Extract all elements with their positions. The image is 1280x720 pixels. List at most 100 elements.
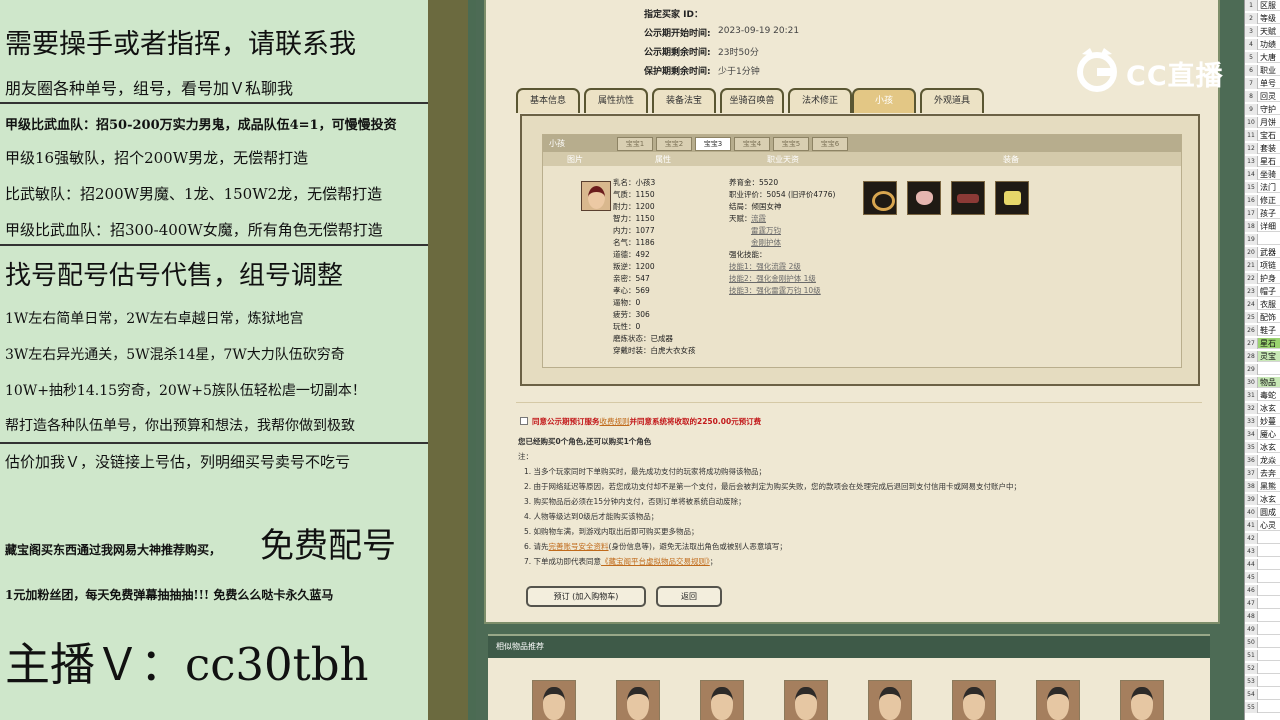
- attr-row: 名气：1186: [613, 238, 655, 247]
- spreadsheet-row[interactable]: 44: [1245, 559, 1280, 570]
- subtab-baby4[interactable]: 宝宝4: [734, 137, 770, 151]
- spreadsheet-row[interactable]: 8 回灵: [1245, 91, 1280, 102]
- spreadsheet-row[interactable]: 13 星石: [1245, 156, 1280, 167]
- spreadsheet-row[interactable]: 2 等级: [1245, 13, 1280, 24]
- subtab-baby1[interactable]: 宝宝1: [617, 137, 653, 151]
- spreadsheet-row[interactable]: 31 毒蛇: [1245, 390, 1280, 401]
- spreadsheet-row[interactable]: 48: [1245, 611, 1280, 622]
- spreadsheet-row[interactable]: 39 冰玄: [1245, 494, 1280, 505]
- back-button[interactable]: 返回: [656, 586, 722, 607]
- spreadsheet-row[interactable]: 25 配饰: [1245, 312, 1280, 323]
- agree-checkbox[interactable]: [520, 417, 528, 425]
- tab-mounts-pets[interactable]: 坐骑召唤兽: [720, 88, 784, 113]
- security-info-link[interactable]: 完善账号安全资料: [549, 542, 609, 551]
- spreadsheet-row[interactable]: 4 功绩: [1245, 39, 1280, 50]
- spreadsheet-row[interactable]: 42: [1245, 533, 1280, 544]
- spreadsheet-row[interactable]: 1 区服: [1245, 0, 1280, 11]
- spreadsheet-row[interactable]: 7 单号: [1245, 78, 1280, 89]
- spreadsheet-row[interactable]: 10 月饼: [1245, 117, 1280, 128]
- trade-rules-link[interactable]: 《藏宝阁平台虚拟物品交易规则》: [601, 557, 710, 566]
- row-number: 19: [1245, 234, 1258, 245]
- spreadsheet-row[interactable]: 15 法门: [1245, 182, 1280, 193]
- enhance-link[interactable]: 技能1：强化流霞 2级: [729, 261, 801, 272]
- spreadsheet-row[interactable]: 35 冰玄: [1245, 442, 1280, 453]
- enhance-link[interactable]: 技能3：强化雷霆万钧 10级: [729, 285, 821, 296]
- spreadsheet-row[interactable]: 53: [1245, 676, 1280, 687]
- spreadsheet-row[interactable]: 51: [1245, 650, 1280, 661]
- spreadsheet-row[interactable]: 27 星石: [1245, 338, 1280, 349]
- recommend-item[interactable]: [1120, 680, 1164, 720]
- spreadsheet-row[interactable]: 26 鞋子: [1245, 325, 1280, 336]
- recommend-item[interactable]: [1036, 680, 1080, 720]
- spreadsheet-row[interactable]: 16 修正: [1245, 195, 1280, 206]
- recommend-item[interactable]: [532, 680, 576, 720]
- spreadsheet-row[interactable]: 52: [1245, 663, 1280, 674]
- spreadsheet-row[interactable]: 38 黑熊: [1245, 481, 1280, 492]
- spreadsheet-row[interactable]: 5 大唐: [1245, 52, 1280, 63]
- subtab-baby2[interactable]: 宝宝2: [656, 137, 692, 151]
- recommend-item[interactable]: [868, 680, 912, 720]
- spreadsheet-row[interactable]: 29: [1245, 364, 1280, 375]
- talent-link[interactable]: 流霞: [751, 213, 766, 224]
- spreadsheet-row[interactable]: 11 宝石: [1245, 130, 1280, 141]
- fee-rule-link[interactable]: 收费规则: [600, 417, 630, 426]
- row-number: 10: [1245, 117, 1258, 128]
- spreadsheet-row[interactable]: 33 妙蔓: [1245, 416, 1280, 427]
- row-number: 52: [1245, 663, 1258, 674]
- spreadsheet-row[interactable]: 21 项链: [1245, 260, 1280, 271]
- recommend-item[interactable]: [700, 680, 744, 720]
- spreadsheet-row[interactable]: 55: [1245, 702, 1280, 713]
- spreadsheet-row[interactable]: 9 守护: [1245, 104, 1280, 115]
- spreadsheet-row[interactable]: 37 去奔: [1245, 468, 1280, 479]
- spreadsheet-row[interactable]: 49: [1245, 624, 1280, 635]
- enhance-link[interactable]: 技能2：强化金刚护体 1级: [729, 273, 816, 284]
- tab-equipment[interactable]: 装备法宝: [652, 88, 716, 113]
- spreadsheet-row[interactable]: 46: [1245, 585, 1280, 596]
- tab-spell-mod[interactable]: 法术修正: [788, 88, 852, 113]
- gold-ingot-icon[interactable]: [995, 181, 1029, 215]
- row-number: 48: [1245, 611, 1258, 622]
- spreadsheet-row[interactable]: 36 龙焱: [1245, 455, 1280, 466]
- subtab-baby6[interactable]: 宝宝6: [812, 137, 848, 151]
- gold-ring-icon[interactable]: [863, 181, 897, 215]
- recommend-item[interactable]: [784, 680, 828, 720]
- spreadsheet-row[interactable]: 50: [1245, 637, 1280, 648]
- pink-pouch-icon[interactable]: [907, 181, 941, 215]
- spreadsheet-row[interactable]: 45: [1245, 572, 1280, 583]
- spreadsheet-row[interactable]: 23 帽子: [1245, 286, 1280, 297]
- spreadsheet-row[interactable]: 3 天赋: [1245, 26, 1280, 37]
- tab-attributes[interactable]: 属性抗性: [584, 88, 648, 113]
- spreadsheet-row[interactable]: 22 护身: [1245, 273, 1280, 284]
- row-number: 20: [1245, 247, 1258, 258]
- spreadsheet-row[interactable]: 54: [1245, 689, 1280, 700]
- subtab-baby3[interactable]: 宝宝3: [695, 137, 731, 151]
- spreadsheet-row[interactable]: 30 物品: [1245, 377, 1280, 388]
- tab-basic-info[interactable]: 基本信息: [516, 88, 580, 113]
- spreadsheet-row[interactable]: 28 灵宝: [1245, 351, 1280, 362]
- talent-link[interactable]: 金刚护体: [751, 237, 781, 248]
- recommend-item[interactable]: [616, 680, 660, 720]
- row-number: 35: [1245, 442, 1258, 453]
- spreadsheet-row[interactable]: 6 职业: [1245, 65, 1280, 76]
- spreadsheet-row[interactable]: 12 套装: [1245, 143, 1280, 154]
- spreadsheet-row[interactable]: 43: [1245, 546, 1280, 557]
- note-label: 注：: [518, 452, 533, 461]
- talent-link[interactable]: 雷霆万钧: [751, 225, 781, 236]
- tab-appearance[interactable]: 外观道具: [920, 88, 984, 113]
- spreadsheet-row[interactable]: 41 心灵: [1245, 520, 1280, 531]
- spreadsheet-row[interactable]: 20 武器: [1245, 247, 1280, 258]
- recommend-item[interactable]: [952, 680, 996, 720]
- spreadsheet-row[interactable]: 17 孩子: [1245, 208, 1280, 219]
- spreadsheet-row[interactable]: 47: [1245, 598, 1280, 609]
- red-scroll-icon[interactable]: [951, 181, 985, 215]
- spreadsheet-row[interactable]: 34 魇心: [1245, 429, 1280, 440]
- spreadsheet-row[interactable]: 40 圆成: [1245, 507, 1280, 518]
- subtab-baby5[interactable]: 宝宝5: [773, 137, 809, 151]
- spreadsheet-row[interactable]: 19: [1245, 234, 1280, 245]
- spreadsheet-row[interactable]: 24 衣服: [1245, 299, 1280, 310]
- preorder-button[interactable]: 预订 (加入购物车): [526, 586, 646, 607]
- spreadsheet-row[interactable]: 18 详细: [1245, 221, 1280, 232]
- spreadsheet-row[interactable]: 14 坐骑: [1245, 169, 1280, 180]
- spreadsheet-row[interactable]: 32 冰玄: [1245, 403, 1280, 414]
- tab-child[interactable]: 小孩: [852, 88, 916, 113]
